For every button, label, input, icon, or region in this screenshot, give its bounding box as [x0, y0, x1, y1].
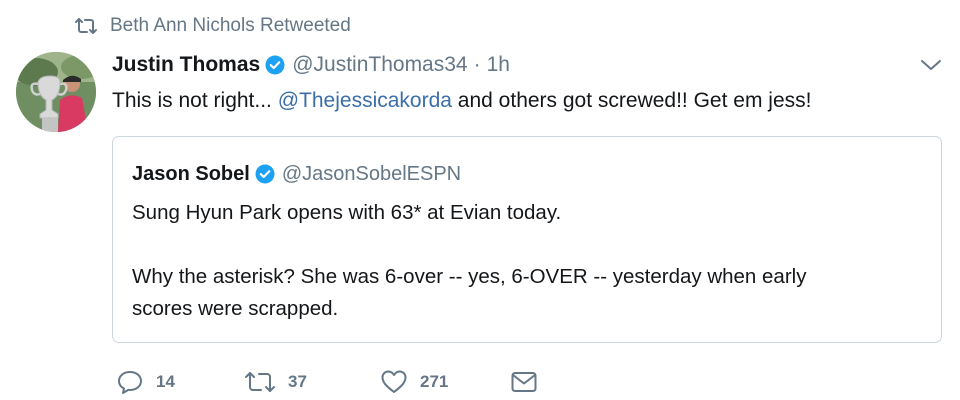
avatar[interactable]	[16, 52, 96, 132]
like-count: 271	[420, 372, 449, 391]
author-name[interactable]: Justin Thomas	[112, 53, 260, 77]
direct-message-button[interactable]	[510, 370, 538, 394]
verified-badge-icon	[265, 55, 285, 75]
heart-icon	[380, 369, 408, 395]
tweet-text-after: and others got screwed!! Get em jess!	[451, 89, 812, 112]
reply-icon	[116, 369, 144, 395]
retweet-context: Beth Ann Nichols Retweeted	[74, 12, 351, 40]
verified-badge-icon	[255, 164, 275, 184]
quoted-text-line: Why the asterisk? She was 6-over -- yes,…	[132, 265, 807, 288]
quoted-text-line: scores were scrapped.	[132, 297, 339, 320]
tweet-text-before: This is not right...	[112, 89, 278, 112]
retweet-count: 37	[288, 372, 307, 391]
reply-button[interactable]: 14	[116, 369, 244, 395]
tweet-timestamp[interactable]: 1h	[487, 53, 510, 77]
tweet-text: This is not right... @Thejessicakorda an…	[112, 86, 811, 116]
chevron-down-icon[interactable]	[918, 56, 944, 74]
reply-count: 14	[156, 372, 175, 391]
quoted-author-name: Jason Sobel	[132, 162, 250, 185]
mention-link[interactable]: @Thejessicakorda	[278, 89, 452, 112]
like-button[interactable]: 271	[380, 369, 510, 395]
retweet-icon	[74, 15, 100, 37]
author-handle[interactable]: @JustinThomas34	[292, 53, 467, 77]
quoted-text-line: Sung Hyun Park opens with 63* at Evian t…	[132, 201, 562, 224]
quoted-tweet-header: Jason Sobel @JasonSobelESPN	[132, 159, 461, 189]
tweet-actions: 14 37 271	[116, 366, 538, 398]
retweet-icon	[244, 369, 276, 395]
quoted-author-handle: @JasonSobelESPN	[281, 162, 462, 185]
retweeted-by-text[interactable]: Beth Ann Nichols Retweeted	[110, 15, 351, 37]
quoted-tweet-card[interactable]: Jason Sobel @JasonSobelESPN Sung Hyun Pa…	[112, 136, 942, 343]
retweet-button[interactable]: 37	[244, 369, 380, 395]
tweet-header: Justin Thomas @JustinThomas34 · 1h	[112, 50, 510, 80]
separator-dot: ·	[473, 53, 481, 76]
message-icon	[510, 370, 538, 394]
